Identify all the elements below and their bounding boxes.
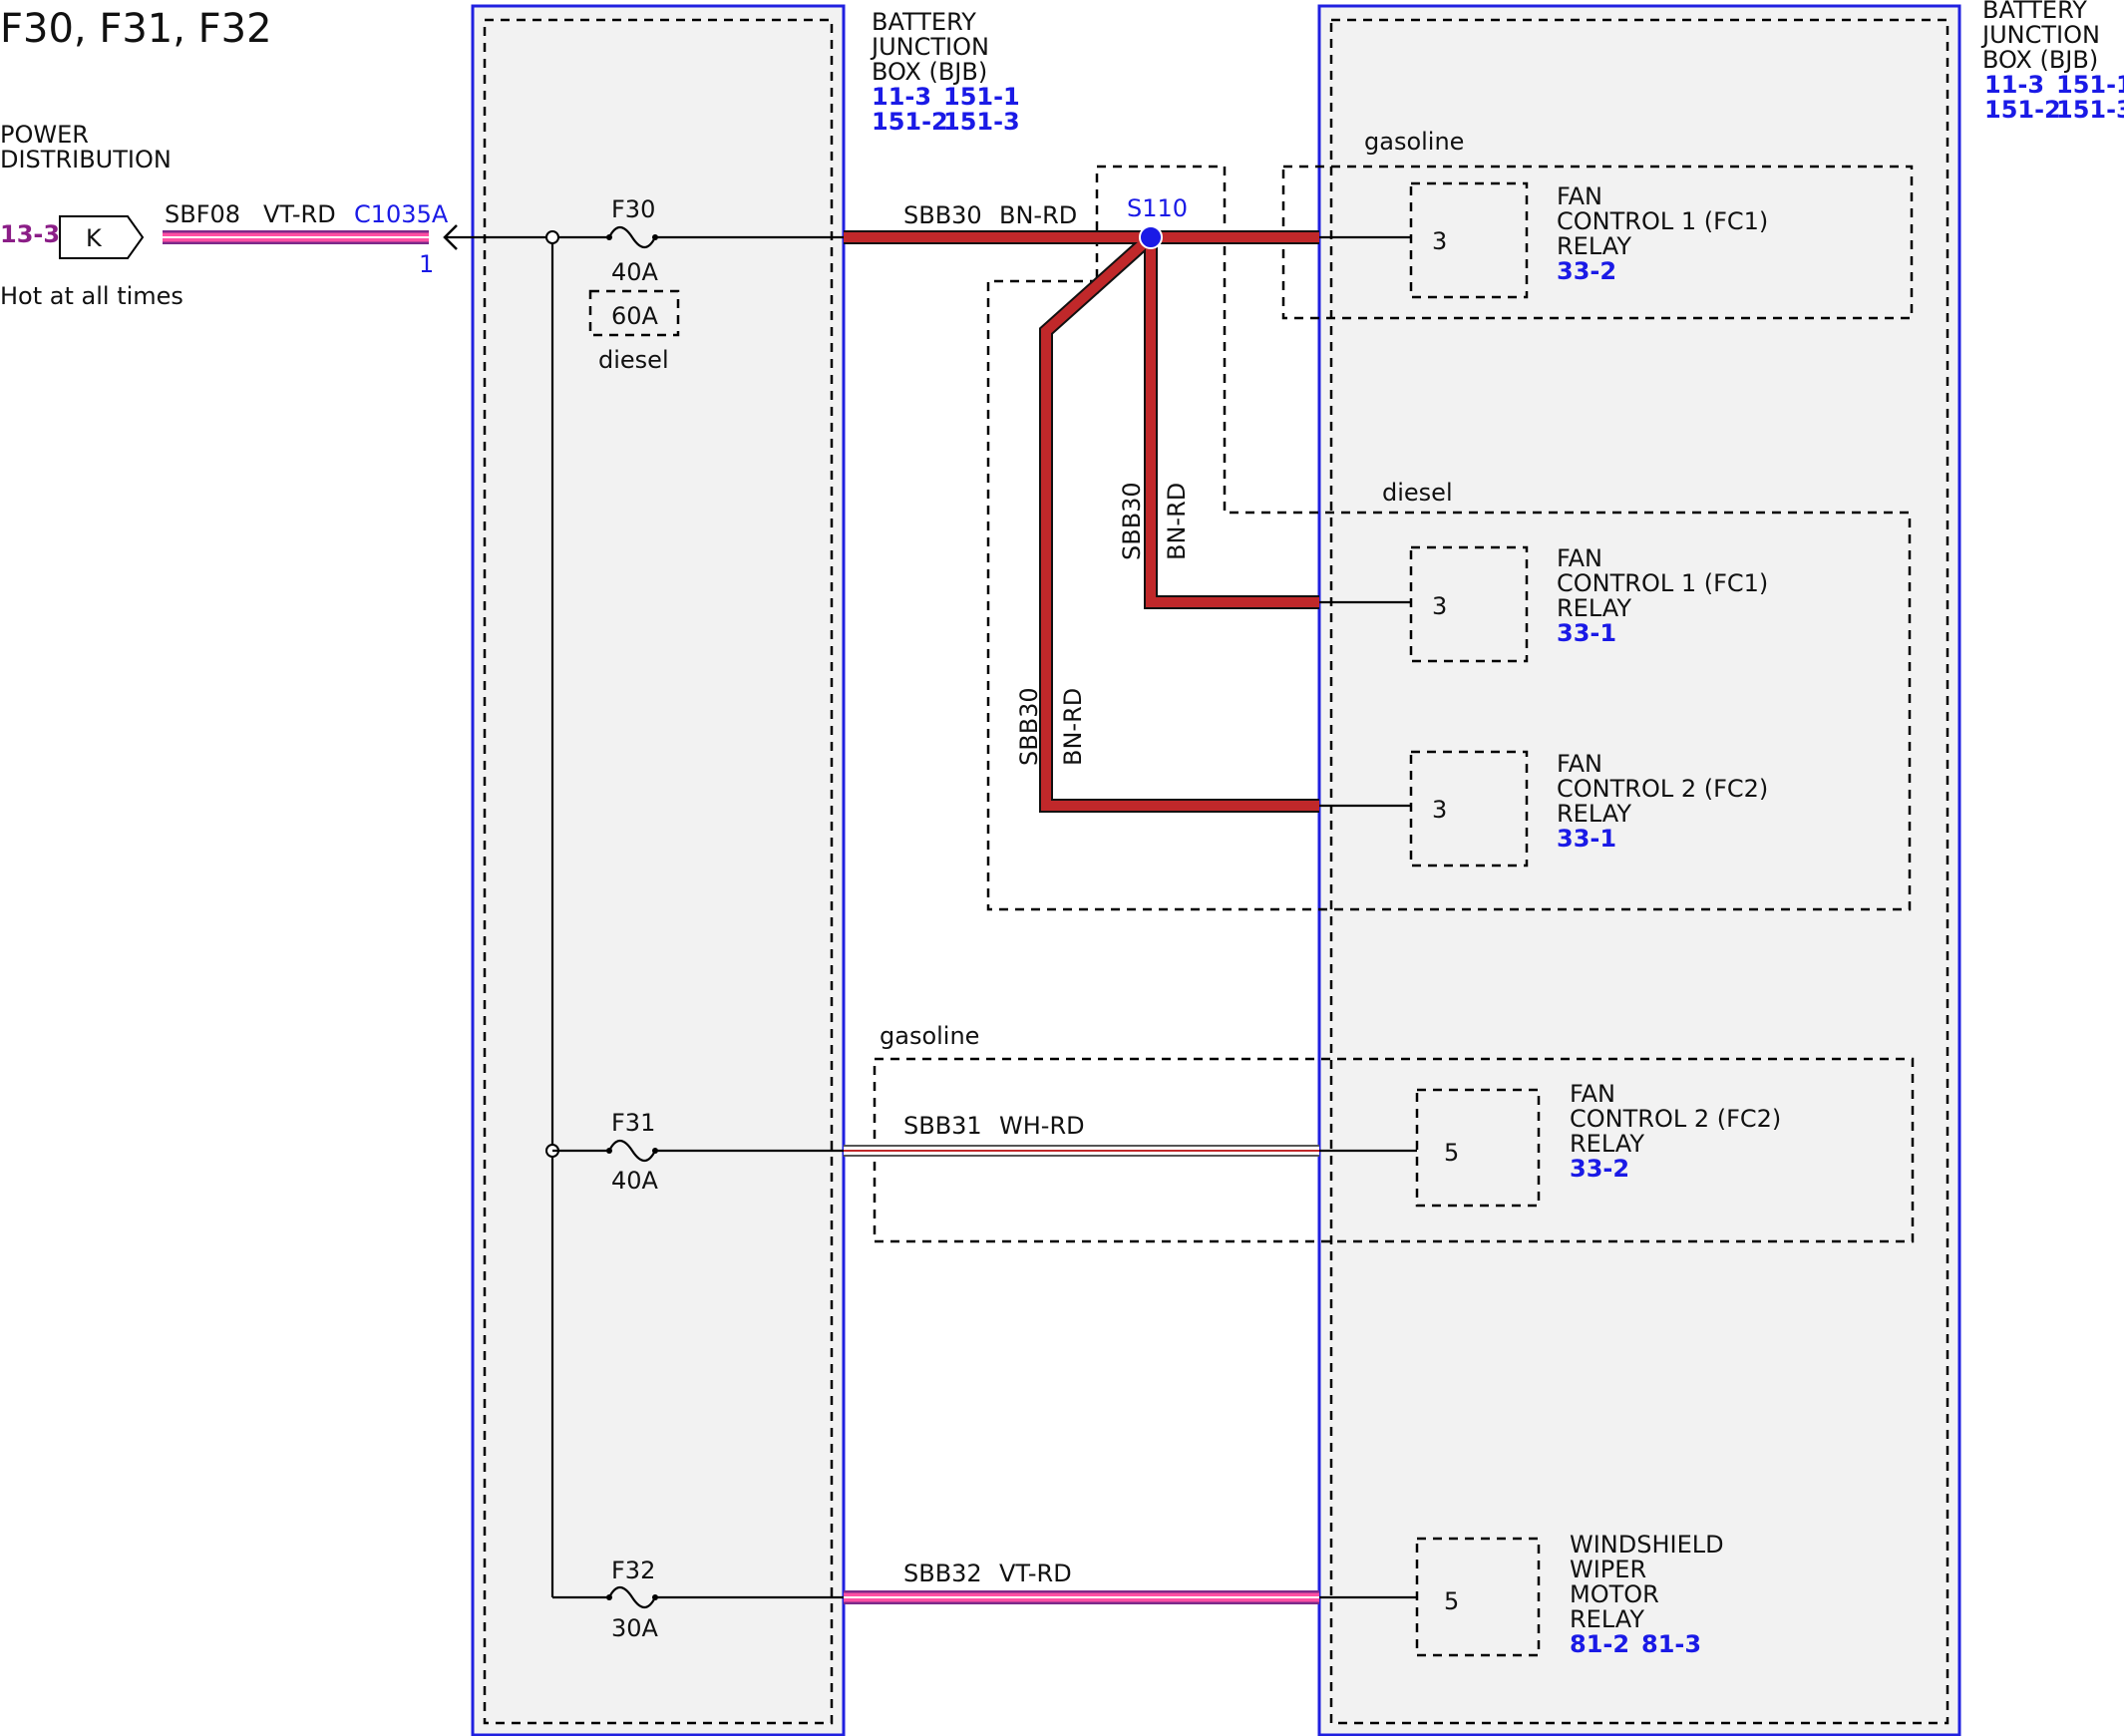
hot-at-all-times-note: Hot at all times xyxy=(0,282,183,310)
relay-fc1-diesel-line2: CONTROL 1 (FC1) xyxy=(1557,569,1768,597)
bjb-right-box xyxy=(1317,4,1961,1736)
bjb-left-box xyxy=(471,4,846,1736)
power-distribution-ref[interactable]: 13-3 xyxy=(0,220,60,248)
bjb-left-ref-151-2[interactable]: 151-2 xyxy=(872,108,948,136)
fuse-f30-name[interactable]: F30 xyxy=(611,195,655,223)
variant-gasoline-mid-label: gasoline xyxy=(880,1022,979,1050)
variant-diesel-label: diesel xyxy=(1382,479,1453,507)
relay-fc2-gas-line2: CONTROL 2 (FC2) xyxy=(1570,1105,1781,1133)
relay-fc1-gas-line2: CONTROL 1 (FC1) xyxy=(1557,207,1768,235)
wire-sbb30-color-vert1: BN-RD xyxy=(1163,483,1191,560)
relay-fc1-diesel-ref[interactable]: 33-1 xyxy=(1557,619,1616,647)
connector-k-letter: K xyxy=(86,224,103,252)
splice-s110-label[interactable]: S110 xyxy=(1127,194,1188,222)
connector-c1035a-label[interactable]: C1035A xyxy=(354,200,449,228)
relay-wiper-ref-81-3[interactable]: 81-3 xyxy=(1641,1630,1701,1658)
relay-wiper-line2: WIPER xyxy=(1570,1556,1646,1583)
wire-sbf08-circuit: SBF08 xyxy=(165,200,240,228)
power-distribution-label-2: DISTRIBUTION xyxy=(0,146,172,174)
bjb-right-ref-11-3[interactable]: 11-3 xyxy=(1984,71,2044,99)
relay-fc2-gas-pin: 5 xyxy=(1444,1139,1459,1167)
relay-fc1-gas-ref[interactable]: 33-2 xyxy=(1557,257,1616,285)
relay-wiper-pin: 5 xyxy=(1444,1587,1459,1615)
relay-fc1-diesel-line1: FAN xyxy=(1557,544,1602,572)
bjb-left-label-1: BATTERY xyxy=(872,8,976,36)
bus-node-top xyxy=(545,230,559,244)
splice-s110-dot[interactable] xyxy=(1139,225,1163,249)
relay-wiper-ref-81-2[interactable]: 81-2 xyxy=(1570,1630,1629,1658)
bjb-left-ref-151-3[interactable]: 151-3 xyxy=(943,108,1020,136)
page-title: F30, F31, F32 xyxy=(0,6,272,52)
wire-sbb30-color-top: BN-RD xyxy=(999,201,1077,229)
relay-wiper-line4: RELAY xyxy=(1570,1605,1644,1633)
relay-fc1-gas-pin: 3 xyxy=(1432,227,1447,255)
fuse-f30-alt-rating: 60A xyxy=(611,302,659,330)
relay-fc2-diesel-ref[interactable]: 33-1 xyxy=(1557,825,1616,853)
relay-fc1-diesel-pin: 3 xyxy=(1432,592,1447,620)
power-distribution-label-1: POWER xyxy=(0,121,89,149)
relay-fc1-diesel-line3: RELAY xyxy=(1557,594,1631,622)
wire-sbb30-circuit-top: SBB30 xyxy=(903,201,982,229)
fuse-f31-rating: 40A xyxy=(611,1167,659,1195)
bjb-right-label-3: BOX (BJB) xyxy=(1982,46,2098,74)
relay-wiper-line3: MOTOR xyxy=(1570,1580,1659,1608)
bjb-left-ref-11-3[interactable]: 11-3 xyxy=(872,83,931,111)
wire-sbb31-color: WH-RD xyxy=(999,1112,1085,1140)
variant-gasoline-top-label: gasoline xyxy=(1364,128,1464,156)
relay-fc2-diesel-line2: CONTROL 2 (FC2) xyxy=(1557,775,1768,803)
bjb-right-ref-151-1[interactable]: 151-1 xyxy=(2056,71,2124,99)
wire-sbb30-circuit-vert1: SBB30 xyxy=(1118,482,1146,560)
wire-sbb32-circuit: SBB32 xyxy=(903,1560,982,1587)
bjb-left-label-2: JUNCTION xyxy=(870,33,989,61)
connector-c1035a-pin: 1 xyxy=(419,250,434,278)
wiring-diagram: F30, F31, F32 POWER DISTRIBUTION 13-3 K … xyxy=(0,0,2124,1736)
bjb-right-ref-151-3[interactable]: 151-3 xyxy=(2056,96,2124,124)
relay-fc2-gas-ref[interactable]: 33-2 xyxy=(1570,1155,1629,1183)
relay-fc1-gas-line3: RELAY xyxy=(1557,232,1631,260)
relay-fc2-diesel-pin: 3 xyxy=(1432,796,1447,824)
relay-fc1-gas-line1: FAN xyxy=(1557,182,1602,210)
fuse-f32-name[interactable]: F32 xyxy=(611,1557,655,1584)
bjb-left-label-3: BOX (BJB) xyxy=(872,58,987,86)
bjb-right-ref-151-2[interactable]: 151-2 xyxy=(1984,96,2061,124)
fuse-f31-name[interactable]: F31 xyxy=(611,1109,655,1137)
fuse-f32-rating: 30A xyxy=(611,1614,659,1642)
bjb-left-ref-151-1[interactable]: 151-1 xyxy=(943,83,1020,111)
wire-sbf08-color: VT-RD xyxy=(263,200,336,228)
wire-sbb31-circuit: SBB31 xyxy=(903,1112,982,1140)
wire-sbb30-circuit-vert2: SBB30 xyxy=(1015,687,1043,766)
relay-fc2-diesel-line3: RELAY xyxy=(1557,800,1631,828)
relay-fc2-gas-line3: RELAY xyxy=(1570,1130,1644,1158)
wire-sbb32-color: VT-RD xyxy=(999,1560,1072,1587)
bjb-right-label-2: JUNCTION xyxy=(1980,21,2100,49)
relay-wiper-line1: WINDSHIELD xyxy=(1570,1531,1724,1559)
wire-sbb30-color-vert2: BN-RD xyxy=(1059,688,1087,766)
relay-fc2-diesel-line1: FAN xyxy=(1557,750,1602,778)
relay-fc2-gas-line1: FAN xyxy=(1570,1080,1615,1108)
fuse-f30-alt-label: diesel xyxy=(598,346,669,374)
fuse-f30-rating: 40A xyxy=(611,258,659,286)
